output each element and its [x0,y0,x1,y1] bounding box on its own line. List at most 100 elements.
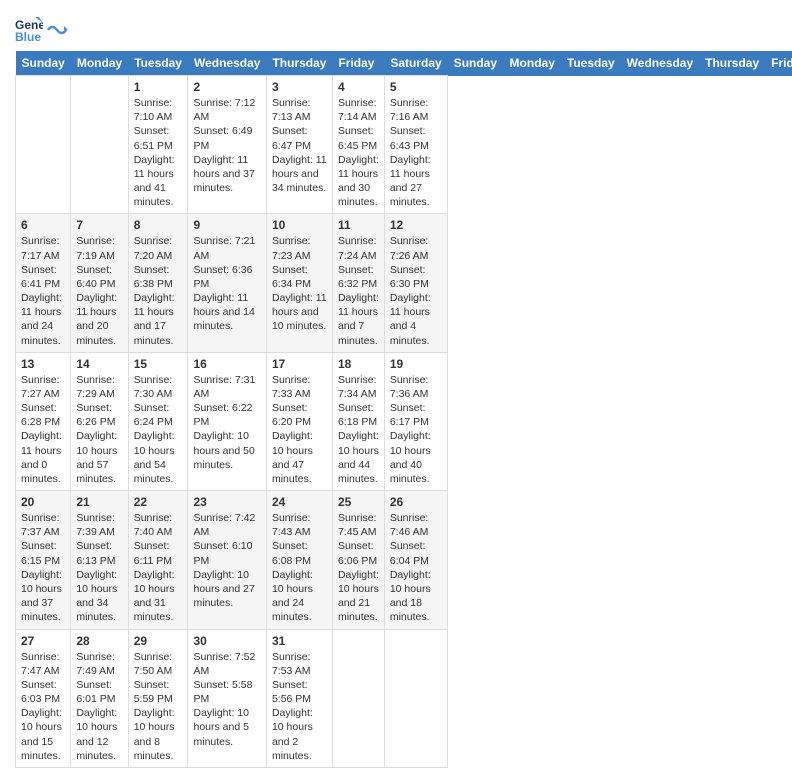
calendar-week-5: 27Sunrise: 7:47 AMSunset: 6:03 PMDayligh… [16,629,792,767]
calendar-cell: 31 Sunrise: 7:53 AMSunset: 5:56 PMDayligh… [266,629,332,767]
calendar-cell: 6Sunrise: 7:17 AMSunset: 6:41 PMDaylight… [16,214,71,352]
svg-text:Blue: Blue [15,30,41,43]
day-number: 17 [272,357,327,371]
calendar-cell: 24 Sunrise: 7:43 AMSunset: 6:08 PMDayligh… [266,491,332,629]
cell-content: Sunrise: 7:30 AMSunset: 6:24 PMDaylight:… [134,373,183,486]
day-number: 24 [272,495,327,509]
cell-content: Sunrise: 7:12 AMSunset: 6:49 PMDaylight:… [193,96,260,195]
calendar-cell [71,76,128,214]
calendar-cell: 12 Sunrise: 7:26 AMSunset: 6:30 PMDayligh… [384,214,447,352]
calendar-cell: 5 Sunrise: 7:16 AMSunset: 6:43 PMDaylight… [384,76,447,214]
day-number: 12 [390,218,442,232]
calendar-cell: 9 Sunrise: 7:21 AMSunset: 6:36 PMDaylight… [188,214,266,352]
calendar-cell: 18Sunrise: 7:34 AMSunset: 6:18 PMDayligh… [332,352,384,490]
calendar-week-2: 6Sunrise: 7:17 AMSunset: 6:41 PMDaylight… [16,214,792,352]
calendar-cell: 7Sunrise: 7:19 AMSunset: 6:40 PMDaylight… [71,214,128,352]
cell-content: Sunrise: 7:13 AMSunset: 6:47 PMDaylight:… [272,96,327,195]
calendar-cell: 13Sunrise: 7:27 AMSunset: 6:28 PMDayligh… [16,352,71,490]
day-header-tuesday: Tuesday [561,51,621,76]
cell-content: Sunrise: 7:43 AMSunset: 6:08 PMDaylight:… [272,511,327,624]
calendar-cell: 27Sunrise: 7:47 AMSunset: 6:03 PMDayligh… [16,629,71,767]
day-header-wednesday: Wednesday [188,51,266,76]
day-number: 20 [21,495,65,509]
calendar-cell: 3 Sunrise: 7:13 AMSunset: 6:47 PMDaylight… [266,76,332,214]
day-number: 5 [390,80,442,94]
day-number: 27 [21,634,65,648]
day-number: 31 [272,634,327,648]
calendar-cell [16,76,71,214]
calendar-cell: 2 Sunrise: 7:12 AMSunset: 6:49 PMDaylight… [188,76,266,214]
cell-content: Sunrise: 7:42 AMSunset: 6:10 PMDaylight:… [193,511,260,610]
day-number: 9 [193,218,260,232]
day-number: 7 [76,218,122,232]
day-header-sunday: Sunday [448,51,504,76]
logo-icon: General Blue [15,15,43,43]
cell-content: Sunrise: 7:46 AMSunset: 6:04 PMDaylight:… [390,511,442,624]
day-number: 15 [134,357,183,371]
day-number: 14 [76,357,122,371]
calendar-cell: 14Sunrise: 7:29 AMSunset: 6:26 PMDayligh… [71,352,128,490]
day-number: 29 [134,634,183,648]
day-number: 28 [76,634,122,648]
day-header-thursday: Thursday [266,51,332,76]
cell-content: Sunrise: 7:16 AMSunset: 6:43 PMDaylight:… [390,96,442,209]
cell-content: Sunrise: 7:14 AMSunset: 6:45 PMDaylight:… [338,96,379,209]
calendar-cell: 26 Sunrise: 7:46 AMSunset: 6:04 PMDayligh… [384,491,447,629]
day-header-sunday: Sunday [16,51,71,76]
day-number: 16 [193,357,260,371]
cell-content: Sunrise: 7:21 AMSunset: 6:36 PMDaylight:… [193,234,260,333]
cell-content: Sunrise: 7:50 AMSunset: 5:59 PMDaylight:… [134,650,183,763]
calendar-cell: 15 Sunrise: 7:30 AMSunset: 6:24 PMDayligh… [128,352,188,490]
cell-content: Sunrise: 7:24 AMSunset: 6:32 PMDaylight:… [338,234,379,347]
day-number: 11 [338,218,379,232]
day-number: 1 [134,80,183,94]
logo: General Blue [15,10,69,43]
calendar-cell: 17 Sunrise: 7:33 AMSunset: 6:20 PMDayligh… [266,352,332,490]
calendar-cell: 19Sunrise: 7:36 AMSunset: 6:17 PMDayligh… [384,352,447,490]
calendar-header-row: SundayMondayTuesdayWednesdayThursdayFrid… [16,51,792,76]
cell-content: Sunrise: 7:27 AMSunset: 6:28 PMDaylight:… [21,373,65,486]
calendar-cell: 28 Sunrise: 7:49 AMSunset: 6:01 PMDayligh… [71,629,128,767]
calendar-week-3: 13Sunrise: 7:27 AMSunset: 6:28 PMDayligh… [16,352,792,490]
day-header-thursday: Thursday [699,51,765,76]
calendar-cell: 29 Sunrise: 7:50 AMSunset: 5:59 PMDayligh… [128,629,188,767]
day-number: 4 [338,80,379,94]
cell-content: Sunrise: 7:36 AMSunset: 6:17 PMDaylight:… [390,373,442,486]
day-number: 8 [134,218,183,232]
day-header-wednesday: Wednesday [621,51,699,76]
cell-content: Sunrise: 7:23 AMSunset: 6:34 PMDaylight:… [272,234,327,333]
calendar-cell: 23 Sunrise: 7:42 AMSunset: 6:10 PMDayligh… [188,491,266,629]
day-number: 26 [390,495,442,509]
calendar-cell: 16Sunrise: 7:31 AMSunset: 6:22 PMDayligh… [188,352,266,490]
day-header-saturday: Saturday [384,51,447,76]
calendar-cell [332,629,384,767]
day-number: 21 [76,495,122,509]
cell-content: Sunrise: 7:26 AMSunset: 6:30 PMDaylight:… [390,234,442,347]
day-number: 3 [272,80,327,94]
day-number: 23 [193,495,260,509]
calendar-cell: 11 Sunrise: 7:24 AMSunset: 6:32 PMDayligh… [332,214,384,352]
day-number: 10 [272,218,327,232]
day-number: 2 [193,80,260,94]
calendar-cell: 21Sunrise: 7:39 AMSunset: 6:13 PMDayligh… [71,491,128,629]
cell-content: Sunrise: 7:20 AMSunset: 6:38 PMDaylight:… [134,234,183,347]
calendar-cell: 10 Sunrise: 7:23 AMSunset: 6:34 PMDayligh… [266,214,332,352]
day-header-friday: Friday [765,51,792,76]
calendar-cell: 22Sunrise: 7:40 AMSunset: 6:11 PMDayligh… [128,491,188,629]
day-number: 25 [338,495,379,509]
cell-content: Sunrise: 7:49 AMSunset: 6:01 PMDaylight:… [76,650,122,763]
cell-content: Sunrise: 7:33 AMSunset: 6:20 PMDaylight:… [272,373,327,486]
day-header-monday: Monday [71,51,128,76]
calendar-cell: 25Sunrise: 7:45 AMSunset: 6:06 PMDayligh… [332,491,384,629]
logo-wave-icon [46,22,68,38]
day-header-tuesday: Tuesday [128,51,188,76]
calendar-table: SundayMondayTuesdayWednesdayThursdayFrid… [15,51,792,768]
cell-content: Sunrise: 7:40 AMSunset: 6:11 PMDaylight:… [134,511,183,624]
calendar-week-1: 1 Sunrise: 7:10 AMSunset: 6:51 PMDaylight… [16,76,792,214]
cell-content: Sunrise: 7:10 AMSunset: 6:51 PMDaylight:… [134,96,183,209]
day-number: 18 [338,357,379,371]
day-number: 30 [193,634,260,648]
cell-content: Sunrise: 7:53 AMSunset: 5:56 PMDaylight:… [272,650,327,763]
calendar-cell: 30Sunrise: 7:52 AMSunset: 5:58 PMDayligh… [188,629,266,767]
cell-content: Sunrise: 7:37 AMSunset: 6:15 PMDaylight:… [21,511,65,624]
